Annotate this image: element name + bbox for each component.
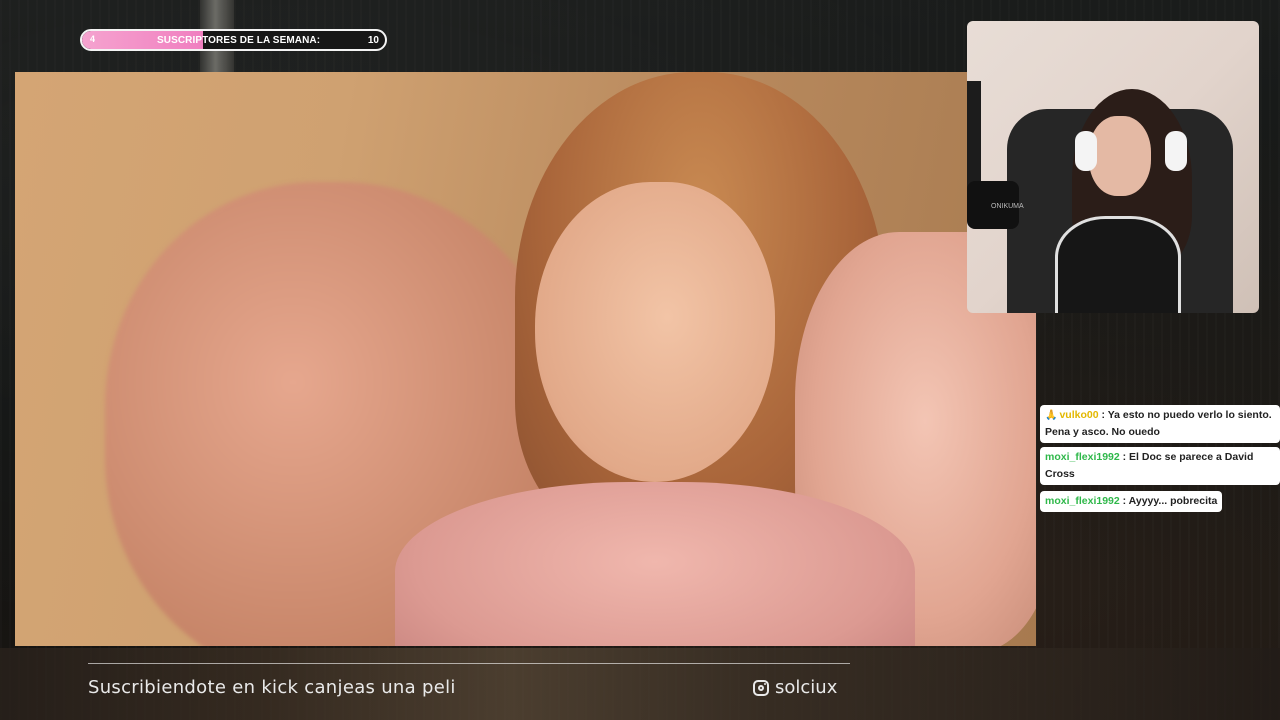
- movie-video-frame: [15, 72, 1036, 646]
- instagram-handle: solciux: [775, 677, 838, 698]
- chat-message: moxi_flexi1992 : Ayyyy... pobrecita: [1040, 489, 1280, 516]
- chat-message: 🙏 vulko00 : Ya esto no puedo verlo lo sie…: [1040, 405, 1280, 447]
- chat-message: moxi_flexi1992 : El Doc se parece a Davi…: [1040, 447, 1280, 489]
- chat-text: : Ayyyy... pobrecita: [1119, 495, 1218, 507]
- webcam-person-top: [1055, 216, 1181, 313]
- goal-target-count: 10: [367, 35, 379, 46]
- headphone-right-icon: [1165, 131, 1187, 171]
- instagram-link[interactable]: solciux: [753, 677, 837, 698]
- chat-username[interactable]: moxi_flexi1992: [1045, 495, 1120, 507]
- movie-girl-face: [535, 182, 775, 482]
- chat-overlay: 🙏 vulko00 : Ya esto no puedo verlo lo sie…: [1040, 405, 1280, 516]
- movie-girl-sweater: [395, 482, 915, 646]
- subscriber-goal-bar: 4 SUSCRIPTORES DE LA SEMANA: 10: [80, 29, 387, 51]
- chat-username[interactable]: moxi_flexi1992: [1045, 451, 1120, 463]
- instagram-icon: [753, 679, 769, 696]
- streamer-webcam: ONIKUMA: [967, 21, 1259, 313]
- footer-divider: [88, 663, 850, 664]
- headphone-left-icon: [1075, 131, 1097, 171]
- goal-label: SUSCRIPTORES DE LA SEMANA:: [157, 35, 321, 46]
- goal-current-count: 4: [90, 34, 96, 44]
- mic-brand-label: ONIKUMA: [991, 203, 1024, 210]
- footer-promo-text: Suscribiendote en kick canjeas una peli: [88, 677, 456, 698]
- chat-username[interactable]: vulko00: [1059, 409, 1098, 421]
- webcam-person-face: [1089, 116, 1151, 196]
- hand-icon: 🙏: [1045, 410, 1058, 421]
